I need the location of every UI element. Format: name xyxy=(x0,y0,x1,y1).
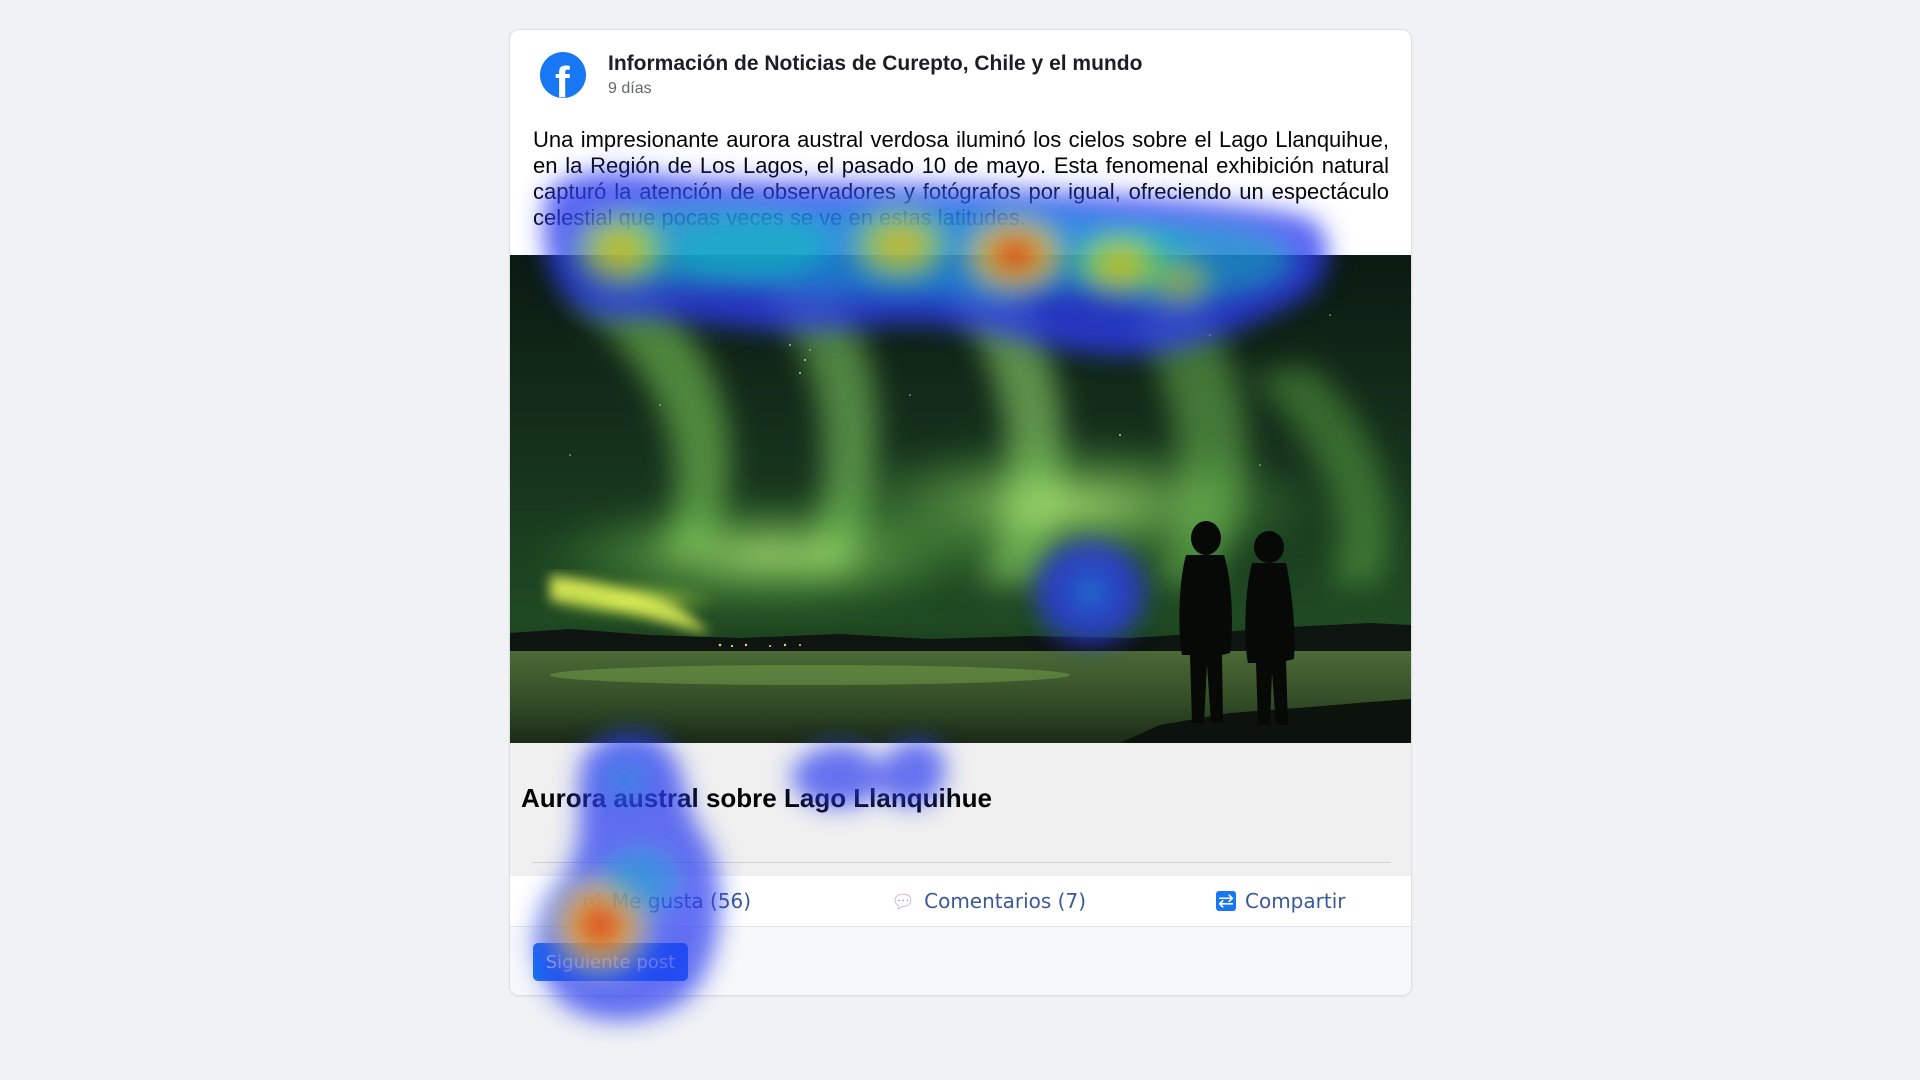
actions-divider xyxy=(532,862,1390,863)
page-name[interactable]: Información de Noticias de Curepto, Chil… xyxy=(608,52,1142,76)
post-text: Una impresionante aurora austral verdosa… xyxy=(533,127,1389,230)
comment-label: Comentarios (7) xyxy=(924,889,1087,913)
aurora-photo[interactable] xyxy=(510,255,1411,743)
next-post-button[interactable]: Siguiente post xyxy=(533,943,688,981)
post-card: f Información de Noticias de Curepto, Ch… xyxy=(509,29,1412,996)
share-icon: ⇄ xyxy=(1216,891,1236,911)
share-button[interactable]: ⇄ Compartir xyxy=(1216,876,1345,926)
link-title[interactable]: Aurora austral sobre Lago Llanquihue xyxy=(521,783,992,814)
comment-button[interactable]: 💬︎ Comentarios (7) xyxy=(891,876,1086,926)
page: f Información de Noticias de Curepto, Ch… xyxy=(0,0,1920,1080)
post-footer: Siguiente post xyxy=(510,926,1411,995)
post-timestamp[interactable]: 9 días xyxy=(608,80,652,98)
speech-bubble-icon: 💬︎ xyxy=(891,890,916,913)
like-label: Me gusta (56) xyxy=(611,889,752,913)
like-button[interactable]: 👍︎ Me gusta (56) xyxy=(583,876,751,926)
thumbs-up-icon: 👍︎ xyxy=(583,889,603,912)
action-bar: 👍︎ Me gusta (56) 💬︎ Comentarios (7) ⇄ Co… xyxy=(510,876,1411,926)
post-header: f Información de Noticias de Curepto, Ch… xyxy=(510,30,1411,120)
facebook-logo-icon[interactable]: f xyxy=(540,52,586,98)
share-label: Compartir xyxy=(1245,889,1346,913)
link-preview[interactable]: Aurora austral sobre Lago Llanquihue xyxy=(510,743,1411,876)
